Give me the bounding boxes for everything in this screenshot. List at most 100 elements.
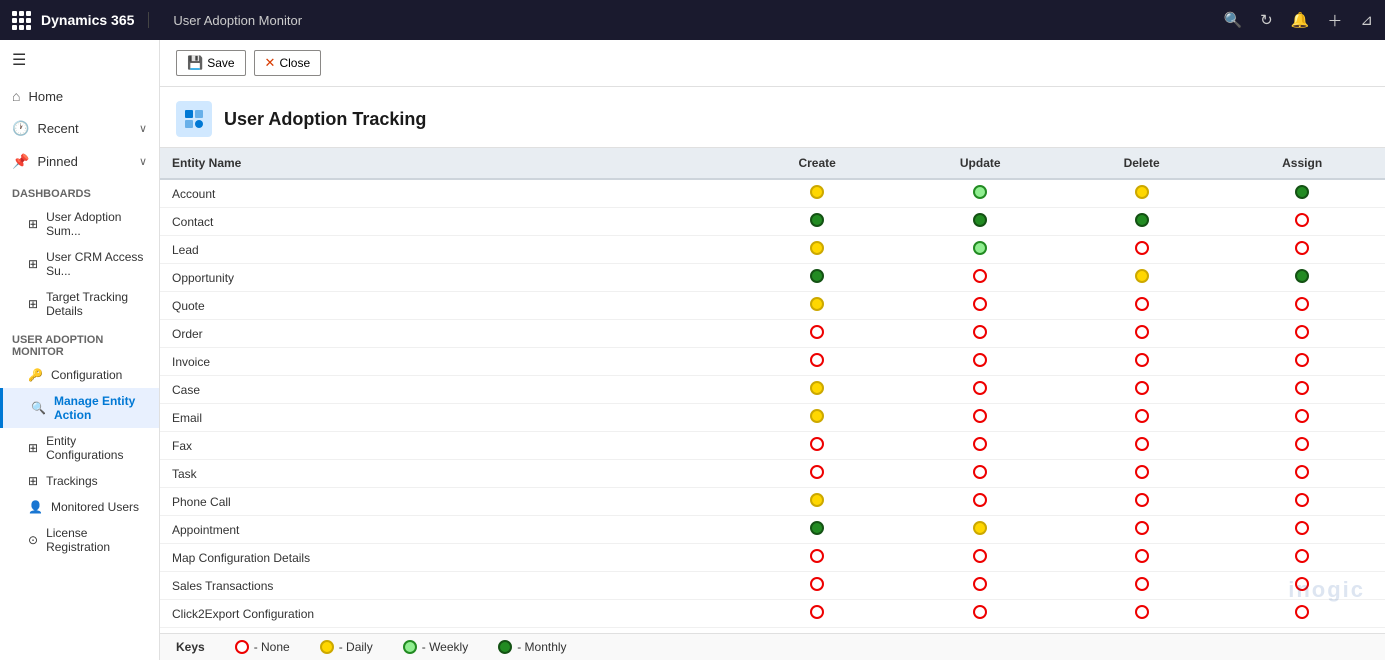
delete-cell[interactable] <box>1064 264 1219 292</box>
delete-cell[interactable] <box>1064 179 1219 208</box>
assign-cell[interactable] <box>1219 376 1385 404</box>
close-button[interactable]: ✕ Close <box>254 50 322 76</box>
create-cell[interactable] <box>738 292 897 320</box>
assign-cell[interactable] <box>1219 208 1385 236</box>
update-cell[interactable] <box>897 179 1064 208</box>
delete-cell[interactable] <box>1064 404 1219 432</box>
update-cell[interactable] <box>897 600 1064 628</box>
sidebar-item-license[interactable]: ⊙ License Registration <box>0 520 159 560</box>
table-row[interactable]: Case <box>160 376 1385 404</box>
delete-cell[interactable] <box>1064 432 1219 460</box>
update-cell[interactable] <box>897 292 1064 320</box>
delete-cell[interactable] <box>1064 320 1219 348</box>
delete-cell[interactable] <box>1064 628 1219 634</box>
delete-cell[interactable] <box>1064 488 1219 516</box>
assign-cell[interactable] <box>1219 348 1385 376</box>
update-cell[interactable] <box>897 432 1064 460</box>
update-cell[interactable] <box>897 264 1064 292</box>
table-row[interactable]: Map Configuration Details <box>160 544 1385 572</box>
notifications-icon[interactable]: 🔔 <box>1291 11 1310 29</box>
create-cell[interactable] <box>738 264 897 292</box>
sidebar-item-monitored-users[interactable]: 👤 Monitored Users <box>0 494 159 520</box>
table-row[interactable]: Opportunity <box>160 264 1385 292</box>
sidebar-toggle[interactable]: ☰ <box>0 40 159 80</box>
sidebar-item-user-crm[interactable]: ⊞ User CRM Access Su... <box>0 244 159 284</box>
search-icon[interactable]: 🔍 <box>1223 11 1242 29</box>
app-launcher-icon[interactable] <box>12 11 31 30</box>
update-cell[interactable] <box>897 404 1064 432</box>
assign-cell[interactable] <box>1219 236 1385 264</box>
table-row[interactable]: Order <box>160 320 1385 348</box>
table-row[interactable]: Account <box>160 179 1385 208</box>
update-cell[interactable] <box>897 208 1064 236</box>
delete-cell[interactable] <box>1064 516 1219 544</box>
add-icon[interactable]: ＋ <box>1327 10 1342 31</box>
update-cell[interactable] <box>897 488 1064 516</box>
delete-cell[interactable] <box>1064 292 1219 320</box>
sidebar-item-user-adoption-sum[interactable]: ⊞ User Adoption Sum... <box>0 204 159 244</box>
filter-icon[interactable]: ⊿ <box>1360 11 1373 29</box>
update-cell[interactable] <box>897 348 1064 376</box>
table-row[interactable]: Task <box>160 460 1385 488</box>
table-row[interactable]: Appointment <box>160 516 1385 544</box>
assign-cell[interactable] <box>1219 404 1385 432</box>
assign-cell[interactable] <box>1219 432 1385 460</box>
sidebar-item-trackings[interactable]: ⊞ Trackings <box>0 468 159 494</box>
sidebar-item-recent[interactable]: 🕐 Recent ∨ <box>0 112 159 145</box>
create-cell[interactable] <box>738 320 897 348</box>
sidebar-item-entity-configurations[interactable]: ⊞ Entity Configurations <box>0 428 159 468</box>
table-row[interactable]: Email <box>160 404 1385 432</box>
refresh-icon[interactable]: ↻ <box>1260 11 1273 29</box>
create-cell[interactable] <box>738 572 897 600</box>
sidebar-item-home[interactable]: ⌂ Home <box>0 80 159 112</box>
assign-cell[interactable] <box>1219 488 1385 516</box>
delete-cell[interactable] <box>1064 460 1219 488</box>
create-cell[interactable] <box>738 404 897 432</box>
create-cell[interactable] <box>738 236 897 264</box>
assign-cell[interactable] <box>1219 572 1385 600</box>
assign-cell[interactable] <box>1219 628 1385 634</box>
assign-cell[interactable] <box>1219 516 1385 544</box>
create-cell[interactable] <box>738 488 897 516</box>
create-cell[interactable] <box>738 544 897 572</box>
sidebar-item-pinned[interactable]: 📌 Pinned ∨ <box>0 145 159 178</box>
table-row[interactable]: Click2Export Configuration <box>160 600 1385 628</box>
assign-cell[interactable] <box>1219 544 1385 572</box>
assign-cell[interactable] <box>1219 292 1385 320</box>
delete-cell[interactable] <box>1064 376 1219 404</box>
table-container[interactable]: Entity Name Create Update Delete Assign … <box>160 148 1385 633</box>
delete-cell[interactable] <box>1064 572 1219 600</box>
create-cell[interactable] <box>738 600 897 628</box>
assign-cell[interactable] <box>1219 264 1385 292</box>
create-cell[interactable] <box>738 179 897 208</box>
create-cell[interactable] <box>738 516 897 544</box>
update-cell[interactable] <box>897 320 1064 348</box>
delete-cell[interactable] <box>1064 600 1219 628</box>
create-cell[interactable] <box>738 432 897 460</box>
delete-cell[interactable] <box>1064 544 1219 572</box>
assign-cell[interactable] <box>1219 179 1385 208</box>
sidebar-item-target-tracking[interactable]: ⊞ Target Tracking Details <box>0 284 159 324</box>
create-cell[interactable] <box>738 348 897 376</box>
table-row[interactable]: UserMobileOfflineProfileMembership <box>160 628 1385 634</box>
sidebar-item-manage-entity-action[interactable]: 🔍 Manage Entity Action <box>0 388 159 428</box>
assign-cell[interactable] <box>1219 600 1385 628</box>
update-cell[interactable] <box>897 376 1064 404</box>
update-cell[interactable] <box>897 516 1064 544</box>
update-cell[interactable] <box>897 572 1064 600</box>
update-cell[interactable] <box>897 236 1064 264</box>
sidebar-item-configuration[interactable]: 🔑 Configuration <box>0 362 159 388</box>
save-button[interactable]: 💾 Save <box>176 50 246 76</box>
table-row[interactable]: Sales Transactions <box>160 572 1385 600</box>
create-cell[interactable] <box>738 628 897 634</box>
table-row[interactable]: Phone Call <box>160 488 1385 516</box>
update-cell[interactable] <box>897 544 1064 572</box>
table-row[interactable]: Contact <box>160 208 1385 236</box>
delete-cell[interactable] <box>1064 348 1219 376</box>
assign-cell[interactable] <box>1219 320 1385 348</box>
table-row[interactable]: Lead <box>160 236 1385 264</box>
create-cell[interactable] <box>738 208 897 236</box>
create-cell[interactable] <box>738 376 897 404</box>
delete-cell[interactable] <box>1064 208 1219 236</box>
assign-cell[interactable] <box>1219 460 1385 488</box>
